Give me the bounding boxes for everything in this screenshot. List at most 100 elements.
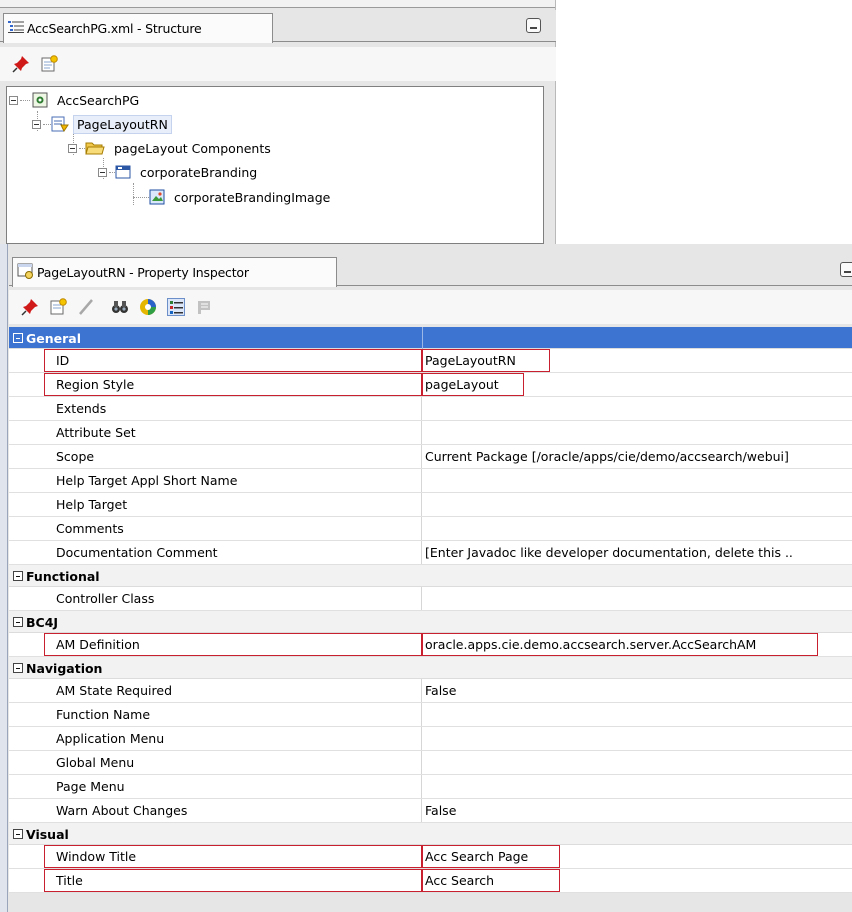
tree-node[interactable]: corporateBranding — [98, 161, 260, 183]
property-name: Documentation Comment — [9, 541, 422, 564]
image-icon — [149, 189, 165, 205]
property-row[interactable]: Function Name — [9, 703, 852, 727]
collapse-category-icon[interactable] — [13, 333, 23, 343]
property-row[interactable]: Global Menu — [9, 751, 852, 775]
property-row[interactable]: Help Target Appl Short Name — [9, 469, 852, 493]
property-value[interactable]: Acc Search — [423, 869, 852, 892]
property-name: Title — [9, 869, 422, 892]
property-value[interactable] — [423, 703, 852, 726]
property-value[interactable]: pageLayout — [423, 373, 852, 396]
property-value[interactable]: False — [423, 679, 852, 702]
category-navigation[interactable]: Navigation — [9, 657, 852, 679]
property-row[interactable]: Extends — [9, 397, 852, 421]
property-row[interactable]: Scope Current Package [/oracle/apps/cie/d… — [9, 445, 852, 469]
property-name: Page Menu — [9, 775, 422, 798]
region-icon — [51, 116, 69, 132]
collapse-category-icon[interactable] — [13, 663, 23, 673]
tree-node[interactable]: AccSearchPG — [9, 89, 142, 111]
property-name: Function Name — [9, 703, 422, 726]
category-functional[interactable]: Functional — [9, 565, 852, 587]
collapse-toggle-icon[interactable] — [98, 167, 107, 177]
new-icon[interactable] — [40, 55, 58, 73]
property-row[interactable]: Documentation Comment [Enter Javadoc like… — [9, 541, 852, 565]
branding-icon — [115, 164, 131, 180]
binoculars-icon[interactable] — [111, 298, 129, 316]
property-value[interactable] — [423, 397, 852, 420]
collapse-category-icon[interactable] — [13, 571, 23, 581]
property-row[interactable]: Page Menu — [9, 775, 852, 799]
collapse-toggle-icon[interactable] — [68, 143, 77, 153]
property-name: AM State Required — [9, 679, 422, 702]
structure-pane: AccSearchPG.xml - Structure AccSearchPG … — [0, 0, 556, 244]
collapse-category-icon[interactable] — [13, 617, 23, 627]
property-value[interactable] — [423, 469, 852, 492]
structure-tabstrip: AccSearchPG.xml - Structure — [0, 10, 556, 43]
property-row[interactable]: Warn About Changes False — [9, 799, 852, 823]
property-name: Help Target Appl Short Name — [9, 469, 422, 492]
tree-node[interactable]: corporateBrandingImage — [149, 186, 333, 208]
structure-list-icon — [8, 20, 24, 37]
property-name: Attribute Set — [9, 421, 422, 444]
structure-top-band — [0, 0, 555, 8]
pin-icon[interactable] — [21, 298, 39, 316]
folder-icon — [85, 140, 105, 156]
property-name: Comments — [9, 517, 422, 540]
inspector-minimize-button[interactable] — [840, 262, 852, 277]
category-label: General — [26, 330, 81, 346]
property-value[interactable] — [423, 517, 852, 540]
toggle-icon[interactable] — [195, 298, 213, 316]
property-name: Warn About Changes — [9, 799, 422, 822]
property-row[interactable]: Region Style pageLayout — [9, 373, 852, 397]
inspector-window-icon — [17, 263, 34, 282]
category-general[interactable]: General — [9, 327, 852, 349]
property-row[interactable]: Application Menu — [9, 727, 852, 751]
category-visual[interactable]: Visual — [9, 823, 852, 845]
inspector-tab[interactable]: PageLayoutRN - Property Inspector — [12, 257, 337, 287]
structure-minimize-button[interactable] — [526, 18, 541, 33]
property-name: Controller Class — [9, 587, 422, 610]
property-row[interactable]: Controller Class — [9, 587, 852, 611]
property-row[interactable]: Help Target — [9, 493, 852, 517]
property-row[interactable]: Title Acc Search — [9, 869, 852, 893]
collapse-category-icon[interactable] — [13, 829, 23, 839]
property-name: Application Menu — [9, 727, 422, 750]
property-value[interactable] — [423, 727, 852, 750]
tree-node-label: AccSearchPG — [57, 92, 140, 108]
property-value[interactable] — [423, 493, 852, 516]
tree-node[interactable]: pageLayout Components — [68, 137, 274, 159]
property-value[interactable]: Current Package [/oracle/apps/cie/demo/a… — [423, 445, 852, 468]
categorize-icon[interactable] — [167, 298, 185, 316]
property-value[interactable]: [Enter Javadoc like developer documentat… — [423, 541, 852, 564]
property-name: Global Menu — [9, 751, 422, 774]
color-icon[interactable] — [139, 298, 157, 316]
pin-icon[interactable] — [12, 55, 30, 73]
property-name: Help Target — [9, 493, 422, 516]
collapse-toggle-icon[interactable] — [9, 95, 18, 105]
property-value[interactable]: PageLayoutRN — [423, 349, 852, 372]
category-label: Functional — [26, 568, 100, 584]
category-bc4j[interactable]: BC4J — [9, 611, 852, 633]
property-value[interactable]: Acc Search Page — [423, 845, 852, 868]
collapse-toggle-icon[interactable] — [32, 119, 41, 129]
structure-tree: AccSearchPG PageLayoutRN pageLayout Comp… — [6, 86, 544, 244]
edit-pencil-icon[interactable] — [77, 298, 95, 316]
property-name: Region Style — [9, 373, 422, 396]
property-row[interactable]: Attribute Set — [9, 421, 852, 445]
property-value[interactable]: False — [423, 799, 852, 822]
property-name: Scope — [9, 445, 422, 468]
property-value[interactable] — [423, 751, 852, 774]
property-value[interactable] — [423, 775, 852, 798]
property-value[interactable] — [423, 421, 852, 444]
property-row[interactable]: ID PageLayoutRN — [9, 349, 852, 373]
property-row[interactable]: Window Title Acc Search Page — [9, 845, 852, 869]
new-icon[interactable] — [49, 298, 67, 316]
property-value[interactable] — [423, 587, 852, 610]
property-row[interactable]: Comments — [9, 517, 852, 541]
property-value[interactable]: oracle.apps.cie.demo.accsearch.server.Ac… — [423, 633, 852, 656]
property-row[interactable]: AM Definition oracle.apps.cie.demo.accsea… — [9, 633, 852, 657]
property-row[interactable]: AM State Required False — [9, 679, 852, 703]
tree-node-label: pageLayout Components — [114, 140, 271, 156]
inspector-tabstrip: PageLayoutRN - Property Inspector — [9, 254, 852, 287]
tree-node-selected[interactable]: PageLayoutRN — [32, 113, 172, 135]
structure-tab[interactable]: AccSearchPG.xml - Structure — [3, 13, 273, 43]
